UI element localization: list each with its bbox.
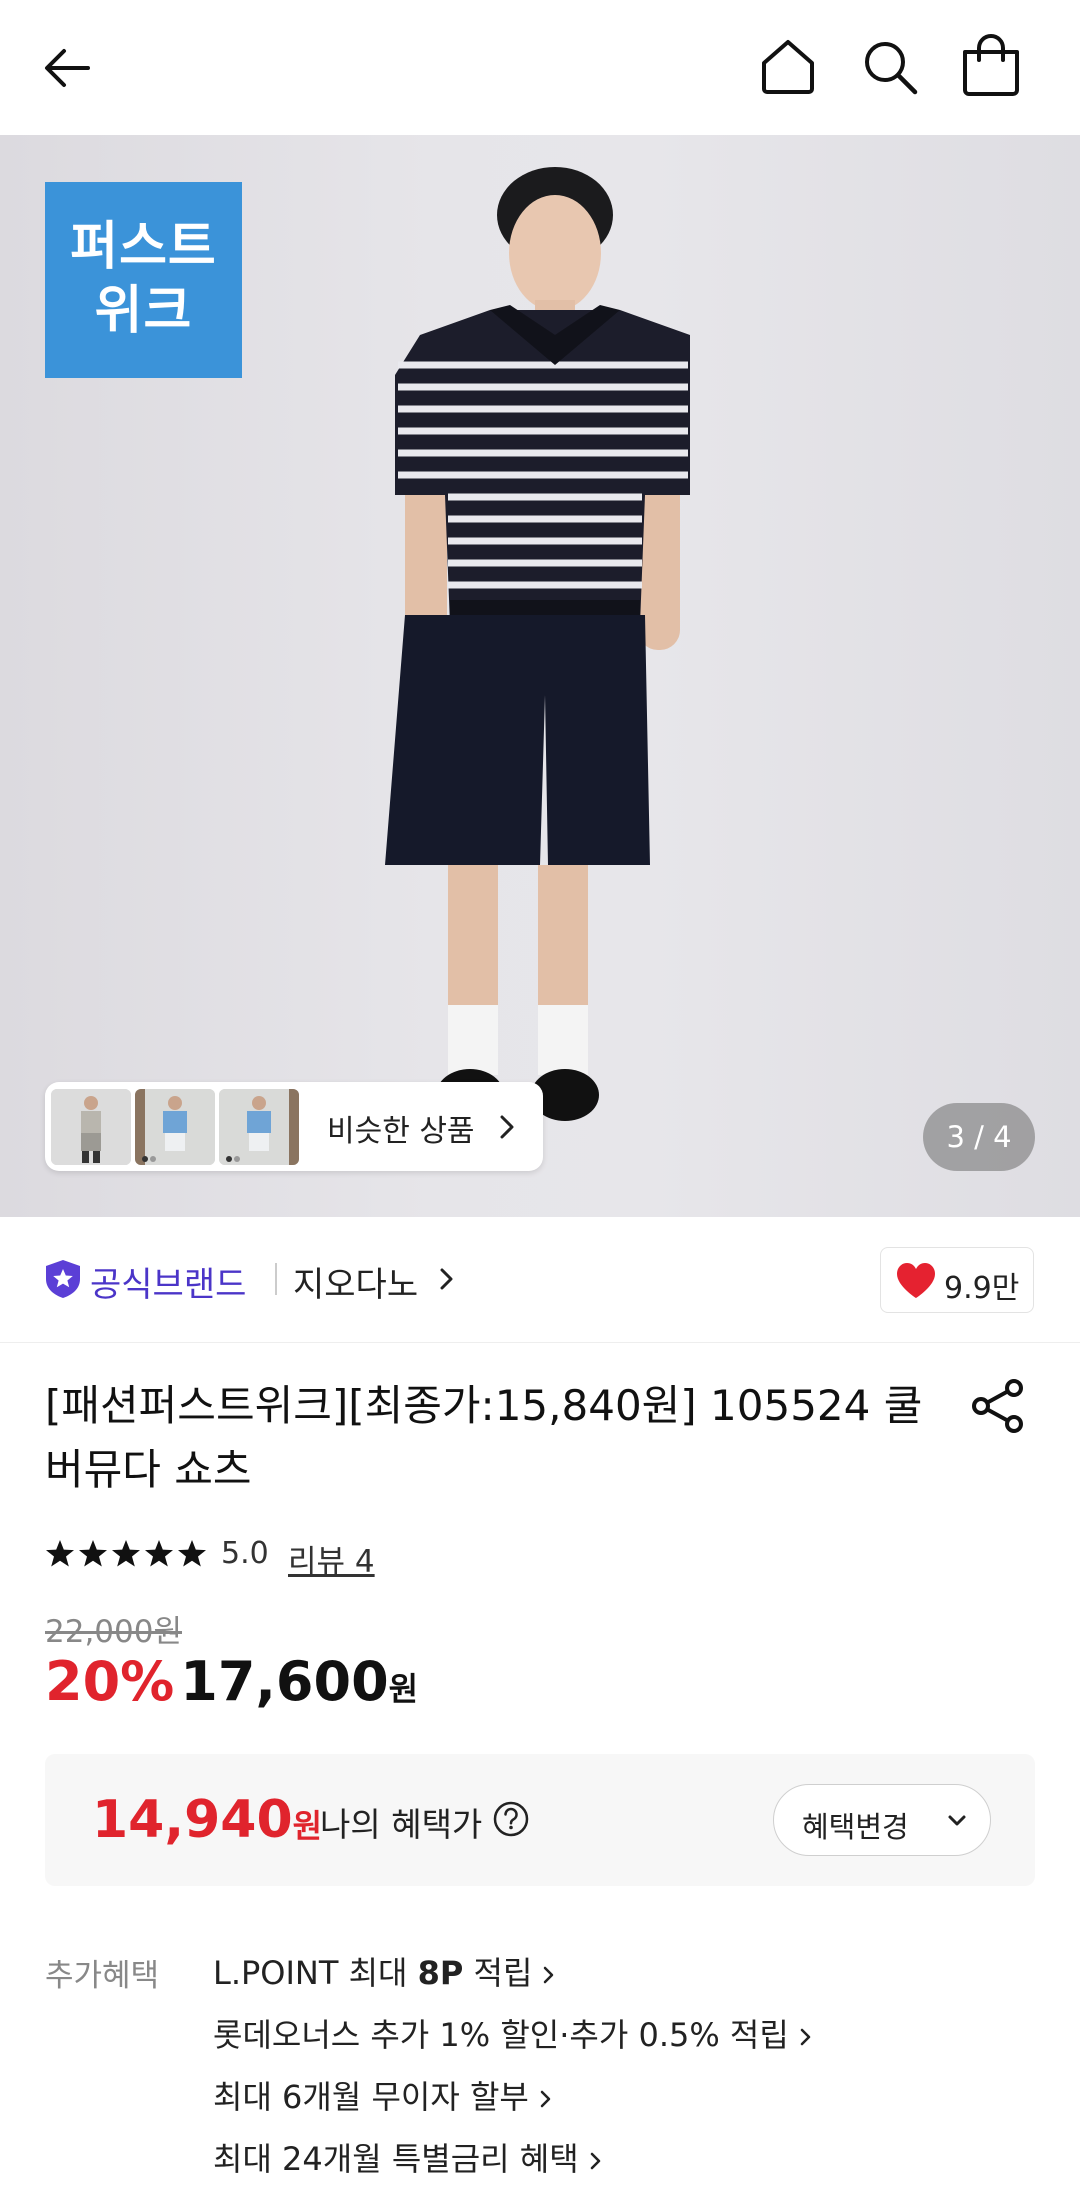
chevron-right-icon [500,1115,514,1139]
badge-line-1: 퍼스트 [70,217,217,277]
chevron-right-icon [800,2028,811,2046]
similar-thumbnail [51,1089,131,1165]
benefit-text: 롯데오너스 추가 1% 할인·추가 0.5% 적립 [213,2016,789,2054]
like-button[interactable]: 9.9만 [880,1247,1034,1313]
similar-products-button[interactable]: 비슷한 상품 [45,1082,543,1171]
similar-products-label: 비슷한 상품 [327,1114,475,1149]
extra-benefit-special-rate[interactable]: 최대 24개월 특별금리 혜택 [213,2134,1033,2196]
help-icon[interactable] [492,1800,530,1838]
fashion-first-week-badge: 퍼스트 위크 [45,182,242,378]
extra-benefits-list: L.POINT 최대 8P 적립 롯데오너스 추가 1% 할인·추가 0.5% … [213,1948,1033,2196]
search-icon[interactable] [858,35,922,99]
heart-icon [897,1263,935,1298]
official-brand-icon [46,1260,80,1298]
similar-thumbnail [219,1089,299,1165]
brand-name-link[interactable]: 지오다노 [293,1257,418,1306]
shopping-bag-icon[interactable] [958,32,1024,100]
extra-benefit-lpoint[interactable]: L.POINT 최대 8P 적립 [213,1948,1033,2010]
extra-benefit-lotte-owners[interactable]: 롯데오너스 추가 1% 할인·추가 0.5% 적립 [213,2010,1033,2072]
like-count: 9.9만 [944,1271,1020,1306]
sale-price: 17,600 [180,1650,389,1713]
benefit-label: 나의 혜택가 [320,1805,483,1844]
discount-rate: 20% [45,1650,175,1713]
benefit-highlight: 8P [417,1954,464,1992]
original-price: 22,000원 [45,1614,182,1650]
extra-benefit-installment[interactable]: 최대 6개월 무이자 할부 [213,2072,1033,2134]
share-icon[interactable] [970,1378,1026,1434]
chevron-down-icon [948,1815,966,1826]
extra-benefits-label: 추가혜택 [45,1958,160,1994]
my-benefit-price-box: 14,940원 나의 혜택가 혜택변경 [45,1754,1035,1886]
badge-line-2: 위크 [94,281,193,341]
home-icon[interactable] [756,35,820,99]
change-benefit-label: 혜택변경 [802,1810,909,1844]
chevron-right-icon [540,2090,551,2108]
sale-price-row: 20% 17,600원 [45,1650,418,1720]
chevron-right-icon[interactable] [438,1264,456,1294]
review-link[interactable]: 리뷰 4 [288,1536,375,1581]
similar-thumbnail [135,1089,215,1165]
benefit-text: 최대 6개월 무이자 할부 [213,2078,529,2116]
benefit-text: 최대 24개월 특별금리 혜택 [213,2140,579,2178]
brand-row: 공식브랜드 지오다노 9.9만 [0,1217,1080,1343]
product-title: [패션퍼스트위크][최종가:15,840원] 105524 쿨 버뮤다 쇼츠 [45,1381,923,1494]
arrow-left-icon[interactable] [38,38,98,98]
change-benefit-button[interactable]: 혜택변경 [773,1784,991,1856]
official-brand-label: 공식브랜드 [90,1265,247,1305]
top-bar [0,0,1080,135]
benefit-text: 적립 [463,1954,533,1992]
benefit-price-value: 14,940 [92,1790,293,1850]
benefit-text: L.POINT 최대 [213,1954,418,1992]
rating-score: 5.0 [221,1536,269,1571]
benefit-price: 14,940원 [92,1790,322,1850]
divider [275,1263,277,1295]
chevron-right-icon [590,2152,600,2170]
star-rating-icon [46,1540,206,1567]
benefit-price-unit: 원 [292,1807,323,1845]
chevron-right-icon [544,1966,554,1984]
price-unit: 원 [388,1670,419,1708]
image-counter: 3 / 4 [923,1103,1035,1171]
product-image-carousel[interactable]: 퍼스트 위크 비슷한 상품 3 / 4 [0,135,1080,1217]
